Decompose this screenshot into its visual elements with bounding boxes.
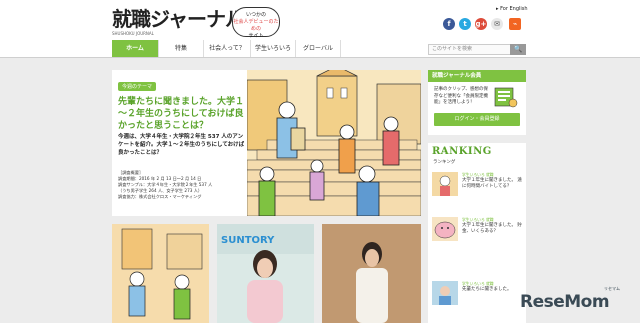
site-logo-sub: SHUSHOKU JOURNAL <box>112 31 154 36</box>
ranking-thumb-3 <box>432 281 458 305</box>
feature-illustration <box>247 70 421 216</box>
ranking-title-1[interactable]: 大学１年生に聞きました。 遠に何時間バイトしてる？ <box>462 178 522 190</box>
main-nav: ホーム 特集 社会人って？ 学生いろいろ グローバル このサイトを検索 🔍 <box>0 40 640 58</box>
google-plus-icon[interactable]: g+ <box>475 18 487 30</box>
nav-item-students[interactable]: 学生いろいろ <box>251 40 296 57</box>
ranking-title-2[interactable]: 大学１年生に聞きました。 貯金、いくらある？ <box>462 223 522 235</box>
feature-article[interactable]: 今週のテーマ 先輩たちに聞きました。大学１～２年生のうちにしておけば良かったと思… <box>112 70 421 216</box>
article-card-1[interactable] <box>112 224 209 323</box>
ranking-item-3[interactable]: 学生いろいろ 就職 先輩たちに聞きました。 <box>432 279 522 309</box>
member-title: 就職ジャーナル会員 <box>428 70 526 82</box>
feature-headline[interactable]: 先輩たちに聞きました。大学１～２年生のうちにしておけば良かったと思うことは？ <box>118 96 246 132</box>
ranking-item-2[interactable]: 学生いろいろ 就職 大学１年生に聞きました。 貯金、いくらある？ <box>432 215 522 245</box>
article-card-2[interactable]: SUNTORY <box>217 224 314 323</box>
tagline-bubble: いつかの 社会人デビューのための サイト <box>232 7 280 39</box>
feature-illustration-svg <box>247 70 421 216</box>
card2-brand-text: SUNTORY <box>221 235 275 246</box>
nav-item-feature[interactable]: 特集 <box>159 40 204 57</box>
site-logo[interactable]: 就職ジャーナル <box>112 8 245 30</box>
nav-item-home[interactable]: ホーム <box>112 40 159 57</box>
card3-photo <box>322 224 421 323</box>
page: 就職ジャーナル SHUSHOKU JOURNAL いつかの 社会人デビューのため… <box>0 0 640 323</box>
tagline-line-2: 社会人デビューのための <box>233 19 279 32</box>
for-english-link[interactable]: ▸ For English <box>496 6 528 12</box>
ranking-subtitle: ランキング <box>433 160 456 165</box>
card1-illustration <box>112 224 209 323</box>
feature-lead: 今週は、大学４年生・大学院２年生 537 人のアンケートを紹介。大学１～２年生の… <box>118 134 245 156</box>
resemom-watermark: ReseMom <box>520 292 610 312</box>
theme-badge: 今週のテーマ <box>118 82 157 91</box>
survey-info: ［調査概要］ 調査期間：2016 年 2 月 13 日～2 月 14 日 調査サ… <box>118 170 246 200</box>
survey-org: 調査協力：株式会社クロス・マーケティング <box>118 194 202 199</box>
twitter-icon[interactable]: t <box>459 18 471 30</box>
facebook-icon[interactable]: f <box>443 18 455 30</box>
mail-icon[interactable]: ✉ <box>491 18 503 30</box>
resemom-watermark-sub: リセマム <box>604 286 620 291</box>
rss-icon[interactable]: ⌁ <box>509 18 521 30</box>
member-box: 就職ジャーナル会員 記事のクリップ、感想の保存など便利な「会員限定機能」を活用し… <box>428 70 526 135</box>
ranking-box: RANKING ランキング 学生いろいろ 就職 大学１年生に聞きました。 遠に何… <box>428 143 526 323</box>
nav-item-shakaijin[interactable]: 社会人って？ <box>204 40 251 57</box>
search-input[interactable]: このサイトを検索 <box>428 44 516 55</box>
ranking-thumb-2 <box>432 217 458 241</box>
ranking-title: RANKING <box>432 146 492 157</box>
member-description: 記事のクリップ、感想の保存など便利な「会員限定機能」を活用しよう！ <box>434 87 488 105</box>
article-card-3[interactable] <box>322 224 421 323</box>
ranking-thumb-1 <box>432 172 458 196</box>
tagline-line-3: サイト <box>248 33 264 39</box>
tagline-line-1: いつかの <box>245 12 266 18</box>
search-icon[interactable]: 🔍 <box>510 44 526 55</box>
clipboard-icon <box>494 87 518 108</box>
card2-photo: SUNTORY <box>217 224 314 323</box>
site-header: 就職ジャーナル SHUSHOKU JOURNAL いつかの 社会人デビューのため… <box>0 0 640 41</box>
login-button[interactable]: ログイン・会員登録 <box>434 113 520 126</box>
feature-text: 今週のテーマ 先輩たちに聞きました。大学１～２年生のうちにしておけば良かったと思… <box>112 70 247 216</box>
ranking-item-1[interactable]: 学生いろいろ 就職 大学１年生に聞きました。 遠に何時間バイトしてる？ <box>432 170 522 200</box>
nav-item-global[interactable]: グローバル <box>296 40 341 57</box>
ranking-title-3[interactable]: 先輩たちに聞きました。 <box>462 287 522 293</box>
